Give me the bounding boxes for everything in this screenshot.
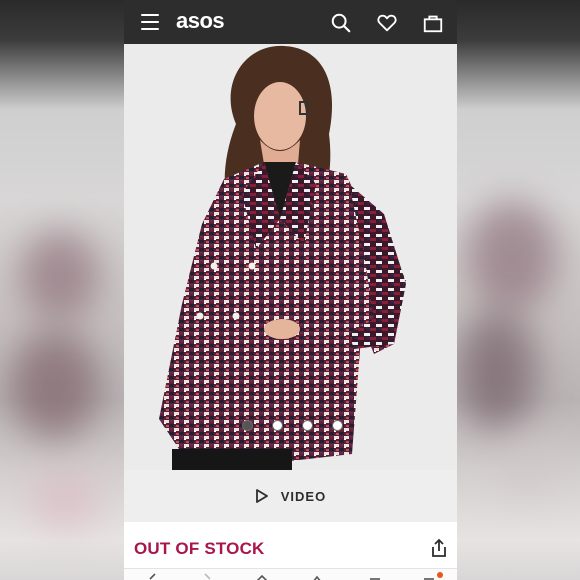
logo[interactable]: asos <box>176 8 225 34</box>
heart-icon[interactable] <box>376 12 398 34</box>
product-image[interactable] <box>124 44 457 470</box>
background-right <box>457 0 580 580</box>
top-app-bar: asos <box>124 0 457 44</box>
play-icon <box>255 489 268 503</box>
notification-dot <box>437 572 443 578</box>
carousel-dot[interactable] <box>242 420 253 431</box>
video-button[interactable]: VIDEO <box>124 470 457 522</box>
carousel-dot[interactable] <box>302 420 313 431</box>
cards-icon[interactable] <box>368 573 382 580</box>
more-icon[interactable] <box>422 573 436 580</box>
share-icon[interactable] <box>430 538 448 558</box>
browser-bottom-nav <box>124 568 457 580</box>
carousel-dots <box>242 420 343 431</box>
stock-status: OUT OF STOCK <box>134 539 265 558</box>
mobile-page: asos VIDEO OUT OF STOCK <box>124 0 457 580</box>
bag-icon[interactable] <box>422 12 444 34</box>
carousel-dot[interactable] <box>272 420 283 431</box>
account-icon[interactable] <box>310 573 324 580</box>
search-icon[interactable] <box>330 12 352 34</box>
menu-icon[interactable] <box>141 14 159 30</box>
home-icon[interactable] <box>255 573 269 580</box>
coat-photo <box>159 45 406 470</box>
background-left <box>0 0 124 580</box>
carousel-dot[interactable] <box>332 420 343 431</box>
forward-icon[interactable] <box>200 573 214 580</box>
back-icon[interactable] <box>146 573 160 580</box>
video-label: VIDEO <box>280 488 327 504</box>
